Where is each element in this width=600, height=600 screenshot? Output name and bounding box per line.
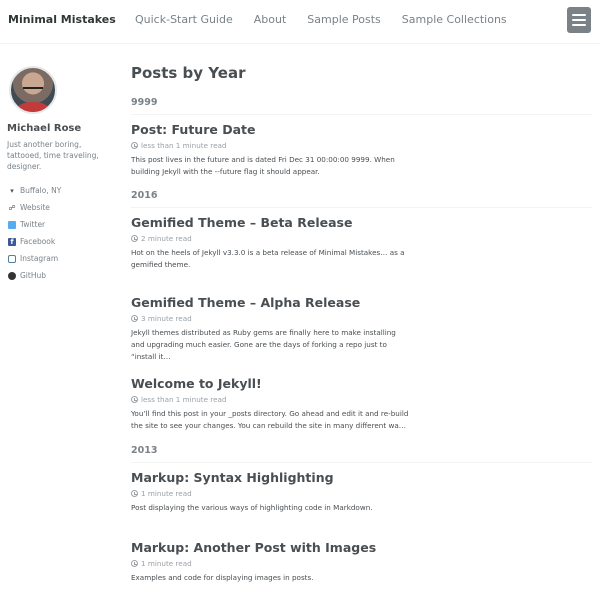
instagram-icon xyxy=(8,254,16,263)
nav-sample-collections[interactable]: Sample Collections xyxy=(402,13,507,26)
read-time-label: less than 1 minute read xyxy=(141,141,227,150)
github-icon xyxy=(8,271,16,280)
post-excerpt: This post lives in the future and is dat… xyxy=(131,155,395,176)
post-title-link[interactable]: Markup: Another Post with Images xyxy=(131,540,411,555)
clock-icon xyxy=(131,315,138,322)
post-excerpt: Jekyll themes distributed as Ruby gems a… xyxy=(131,328,396,361)
hamburger-menu-icon[interactable] xyxy=(567,7,591,33)
author-link-label[interactable]: GitHub xyxy=(20,271,46,280)
author-link-instagram[interactable]: Instagram xyxy=(8,250,61,267)
post-item: Welcome to Jekyll! less than 1 minute re… xyxy=(131,376,411,432)
author-link-github[interactable]: GitHub xyxy=(8,267,61,284)
facebook-icon: f xyxy=(8,237,16,246)
author-link-label[interactable]: Instagram xyxy=(20,254,58,263)
post-excerpt: Post displaying the various ways of high… xyxy=(131,503,373,512)
author-link-label[interactable]: Facebook xyxy=(20,237,55,246)
read-time: 1 minute read xyxy=(131,559,411,568)
read-time: less than 1 minute read xyxy=(131,395,411,404)
clock-icon xyxy=(131,142,138,149)
read-time: 2 minute read xyxy=(131,234,411,243)
read-time: 1 minute read xyxy=(131,489,411,498)
year-heading-9999: 9999 xyxy=(131,97,592,115)
read-time-label: 2 minute read xyxy=(141,234,192,243)
nav-sample-posts[interactable]: Sample Posts xyxy=(307,13,381,26)
author-links: ▾ Buffalo, NY ☍ Website Twitter f Facebo… xyxy=(8,182,61,284)
masthead: Minimal Mistakes Quick-Start Guide About… xyxy=(0,0,600,44)
nav-about[interactable]: About xyxy=(254,13,287,26)
map-marker-icon: ▾ xyxy=(10,186,14,195)
post-title-link[interactable]: Gemified Theme – Alpha Release xyxy=(131,295,411,310)
clock-icon xyxy=(131,235,138,242)
author-bio: Just another boring, tattooed, time trav… xyxy=(7,140,99,171)
post-title-link[interactable]: Markup: Syntax Highlighting xyxy=(131,470,411,485)
read-time-label: 1 minute read xyxy=(141,489,192,498)
year-heading-2013: 2013 xyxy=(131,445,592,463)
page-title: Posts by Year xyxy=(131,64,246,82)
post-excerpt: You’ll find this post in your _posts dir… xyxy=(131,409,409,430)
year-heading-2016: 2016 xyxy=(131,190,592,208)
post-item: Markup: Another Post with Images 1 minut… xyxy=(131,540,411,584)
site-title-link[interactable]: Minimal Mistakes xyxy=(8,13,116,26)
author-link-facebook[interactable]: f Facebook xyxy=(8,233,61,250)
nav-links: Quick-Start Guide About Sample Posts Sam… xyxy=(135,13,507,26)
author-link-twitter[interactable]: Twitter xyxy=(8,216,61,233)
post-excerpt: Examples and code for displaying images … xyxy=(131,573,314,582)
read-time-label: 1 minute read xyxy=(141,559,192,568)
post-item: Post: Future Date less than 1 minute rea… xyxy=(131,122,411,178)
clock-icon xyxy=(131,560,138,567)
author-link-label: Buffalo, NY xyxy=(20,186,62,195)
author-link-label[interactable]: Twitter xyxy=(20,220,45,229)
twitter-icon xyxy=(8,220,16,229)
author-name: Michael Rose xyxy=(7,123,82,134)
post-title-link[interactable]: Gemified Theme – Beta Release xyxy=(131,215,411,230)
post-title-link[interactable]: Post: Future Date xyxy=(131,122,411,137)
read-time-label: less than 1 minute read xyxy=(141,395,227,404)
avatar xyxy=(9,66,57,114)
link-icon: ☍ xyxy=(8,203,16,212)
post-item: Gemified Theme – Beta Release 2 minute r… xyxy=(131,215,411,271)
read-time-label: 3 minute read xyxy=(141,314,192,323)
clock-icon xyxy=(131,490,138,497)
nav-quick-start-guide[interactable]: Quick-Start Guide xyxy=(135,13,233,26)
post-item: Gemified Theme – Alpha Release 3 minute … xyxy=(131,295,411,363)
author-link-website[interactable]: ☍ Website xyxy=(8,199,61,216)
read-time: less than 1 minute read xyxy=(131,141,411,150)
post-title-link[interactable]: Welcome to Jekyll! xyxy=(131,376,411,391)
post-item: Markup: Syntax Highlighting 1 minute rea… xyxy=(131,470,411,514)
clock-icon xyxy=(131,396,138,403)
author-link-label[interactable]: Website xyxy=(20,203,50,212)
read-time: 3 minute read xyxy=(131,314,411,323)
author-link-location: ▾ Buffalo, NY xyxy=(8,182,61,199)
post-excerpt: Hot on the heels of Jekyll v3.3.0 is a b… xyxy=(131,248,405,269)
